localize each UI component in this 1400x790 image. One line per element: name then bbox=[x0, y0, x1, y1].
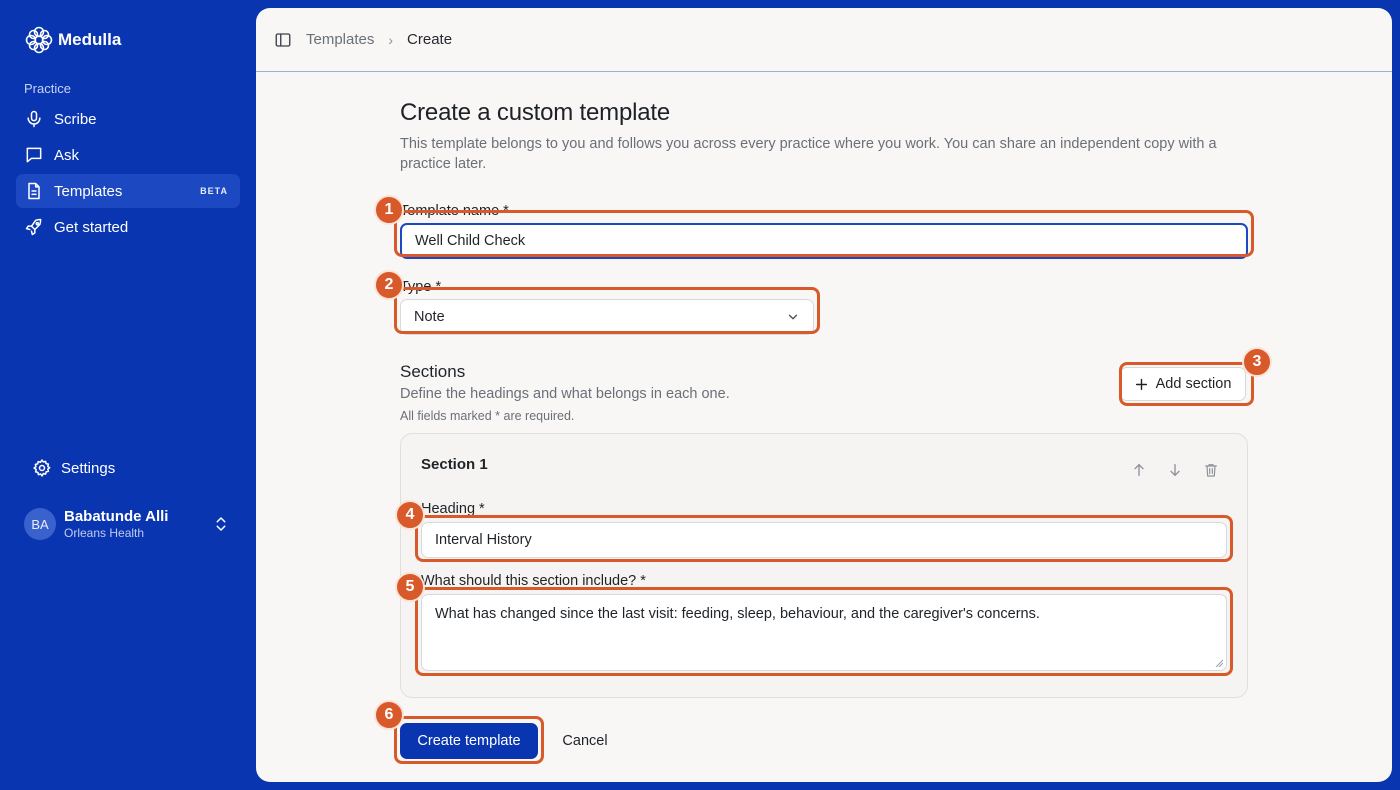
add-section-label: Add section bbox=[1155, 376, 1232, 392]
settings-label: Settings bbox=[61, 459, 116, 477]
app-name: Medulla bbox=[58, 30, 122, 49]
section-card-actions bbox=[1131, 462, 1219, 478]
sidebar-section-label: Practice bbox=[24, 81, 71, 96]
brand-logo[interactable]: Medulla bbox=[24, 26, 121, 54]
user-menu[interactable]: BA Babatunde Alli Orleans Health bbox=[24, 505, 240, 543]
type-select[interactable]: Note bbox=[400, 299, 814, 335]
sidebar-toggle-icon[interactable] bbox=[274, 31, 292, 49]
callout-badge-1: 1 bbox=[374, 195, 404, 225]
section-include-textarea[interactable]: What has changed since the last visit: f… bbox=[421, 594, 1227, 671]
user-name: Babatunde Alli bbox=[64, 507, 169, 525]
add-section-button[interactable]: Add section bbox=[1120, 367, 1246, 401]
main-panel: Templates › Create Create a custom templ… bbox=[256, 8, 1392, 782]
gear-icon bbox=[33, 459, 51, 477]
breadcrumb-current: Create bbox=[407, 31, 453, 48]
heading-label: Heading * bbox=[421, 501, 485, 517]
template-name-label: Template name * bbox=[400, 203, 509, 219]
plus-icon bbox=[1135, 378, 1147, 390]
chevron-down-icon bbox=[788, 314, 798, 320]
callout-badge-6: 6 bbox=[374, 700, 404, 730]
microphone-icon bbox=[27, 110, 41, 128]
create-template-button[interactable]: Create template bbox=[400, 723, 538, 759]
top-bar: Templates › Create bbox=[256, 8, 1392, 72]
beta-badge: BETA bbox=[200, 186, 228, 196]
callout-badge-4: 4 bbox=[395, 500, 425, 530]
chevron-up-down-icon bbox=[216, 517, 226, 531]
document-icon bbox=[28, 182, 40, 200]
sidebar-item-label: Ask bbox=[54, 146, 80, 164]
callout-badge-2: 2 bbox=[374, 270, 404, 300]
sidebar-item-settings[interactable]: Settings bbox=[24, 452, 240, 484]
section-card-title: Section 1 bbox=[421, 456, 488, 473]
sections-title: Sections bbox=[400, 362, 466, 381]
rocket-icon bbox=[25, 218, 42, 236]
breadcrumb-templates[interactable]: Templates bbox=[306, 31, 374, 48]
type-label: Type * bbox=[400, 279, 442, 295]
user-org: Orleans Health bbox=[64, 525, 145, 540]
sidebar: Medulla Practice Scribe Ask Templates BE… bbox=[0, 0, 256, 790]
sidebar-nav: Scribe Ask Templates BETA Get started bbox=[16, 102, 240, 246]
callout-badge-5: 5 bbox=[395, 572, 425, 602]
page-subtitle: This template belongs to you and follows… bbox=[400, 136, 1217, 172]
breadcrumb-separator: › bbox=[388, 31, 394, 48]
resize-grip-icon[interactable] bbox=[1215, 659, 1223, 667]
avatar: BA bbox=[24, 508, 56, 540]
delete-section-button[interactable] bbox=[1203, 462, 1219, 478]
medulla-logo-icon bbox=[25, 26, 53, 54]
arrow-up-icon bbox=[1134, 464, 1144, 476]
chat-bubble-icon bbox=[26, 147, 42, 163]
sidebar-item-label: Templates bbox=[54, 182, 123, 200]
sidebar-item-scribe[interactable]: Scribe bbox=[16, 102, 240, 136]
move-up-button[interactable] bbox=[1131, 462, 1147, 478]
sidebar-item-get-started[interactable]: Get started bbox=[16, 210, 240, 244]
arrow-down-icon bbox=[1170, 464, 1180, 476]
trash-icon bbox=[1205, 464, 1217, 477]
template-name-input[interactable]: Well Child Check bbox=[400, 223, 1248, 259]
type-select-value: Note bbox=[414, 309, 445, 325]
section-include-text: What has changed since the last visit: f… bbox=[435, 606, 1040, 622]
callout-badge-3: 3 bbox=[1242, 347, 1272, 377]
section-include-label: What should this section include? * bbox=[421, 573, 646, 589]
section-card: Section 1 Heading * Interval History Wha… bbox=[400, 433, 1248, 698]
breadcrumb: Templates › Create bbox=[306, 31, 452, 48]
page-title: Create a custom template bbox=[400, 99, 670, 126]
move-down-button[interactable] bbox=[1167, 462, 1183, 478]
create-template-form: Create a custom template This template b… bbox=[400, 96, 1248, 759]
required-fields-note: All fields marked * are required. bbox=[400, 409, 575, 423]
sidebar-item-ask[interactable]: Ask bbox=[16, 138, 240, 172]
user-info: Babatunde Alli Orleans Health bbox=[64, 508, 168, 541]
cancel-button[interactable]: Cancel bbox=[550, 723, 620, 759]
sidebar-item-templates[interactable]: Templates BETA bbox=[16, 174, 240, 208]
sidebar-item-label: Scribe bbox=[54, 110, 97, 128]
heading-input[interactable]: Interval History bbox=[421, 522, 1227, 558]
sections-description: Define the headings and what belongs in … bbox=[400, 386, 730, 402]
sidebar-item-label: Get started bbox=[54, 218, 129, 236]
